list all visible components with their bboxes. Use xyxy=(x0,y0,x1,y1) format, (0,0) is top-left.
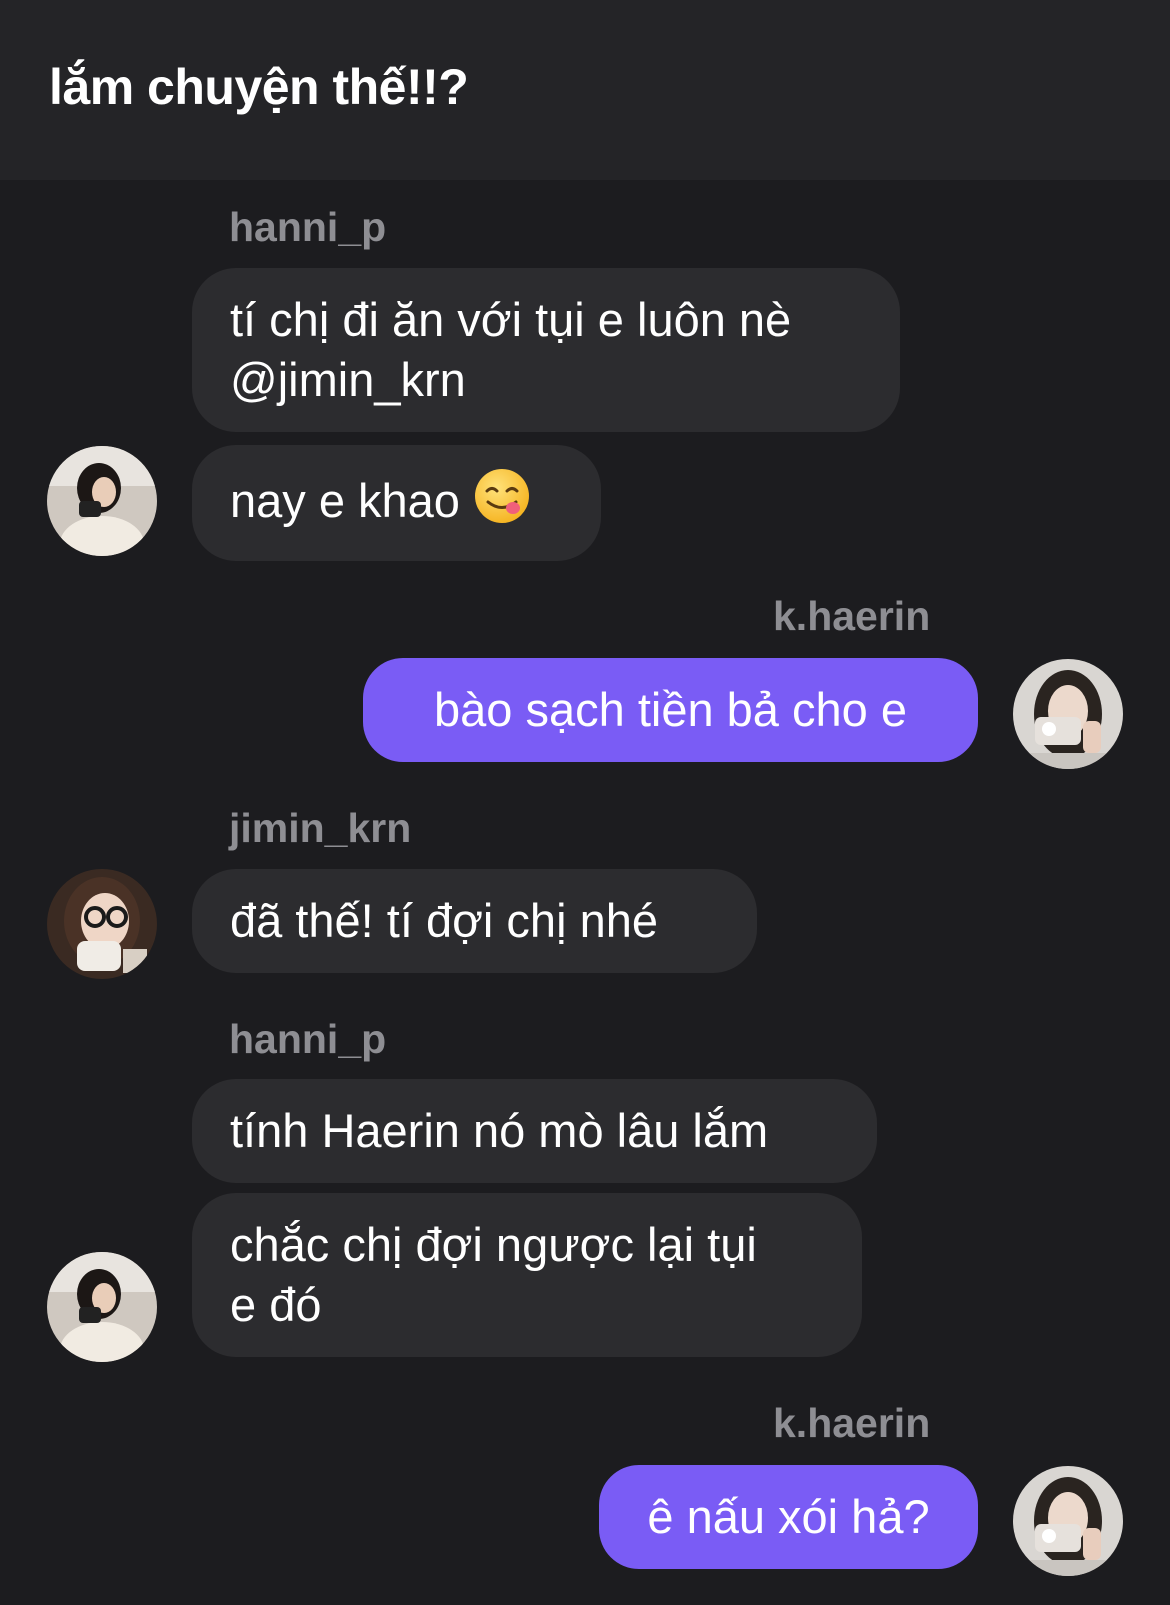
message-text-line: e đó xyxy=(230,1278,322,1331)
message-bubble[interactable]: tính Haerin nó mò lâu lắm xyxy=(192,1079,877,1183)
group-chat-title[interactable]: lắm chuyện thế!!? xyxy=(49,58,469,116)
message-bubble-outgoing[interactable]: bào sạch tiền bả cho e xyxy=(363,658,978,762)
message-list[interactable]: hanni_p tí chị đi ăn với tụi e luôn nè @… xyxy=(0,180,1170,1605)
avatar-haerin[interactable] xyxy=(1013,1466,1123,1576)
avatar-hanni[interactable] xyxy=(47,446,157,556)
sender-name-haerin[interactable]: k.haerin xyxy=(773,1400,930,1447)
yum-face-emoji xyxy=(473,467,531,539)
message-bubble[interactable]: chắc chị đợi ngược lại tụi e đó xyxy=(192,1193,862,1357)
message-bubble[interactable]: tí chị đi ăn với tụi e luôn nè @jimin_kr… xyxy=(192,268,900,432)
sender-name-hanni[interactable]: hanni_p xyxy=(229,1016,386,1063)
message-text: tính Haerin nó mò lâu lắm xyxy=(230,1104,769,1157)
message-text-line: @jimin_krn xyxy=(230,353,466,406)
message-text: ê nấu xói hả? xyxy=(647,1490,930,1543)
message-text: bào sạch tiền bả cho e xyxy=(434,683,907,736)
sender-name-haerin[interactable]: k.haerin xyxy=(773,593,930,640)
message-bubble-outgoing[interactable]: ê nấu xói hả? xyxy=(599,1465,978,1569)
message-text: đã thế! tí đợi chị nhé xyxy=(230,894,658,947)
avatar-jimin[interactable] xyxy=(47,869,157,979)
message-text: nay e khao xyxy=(230,474,460,527)
message-bubble[interactable]: đã thế! tí đợi chị nhé xyxy=(192,869,757,973)
avatar-haerin[interactable] xyxy=(1013,659,1123,769)
message-text-line: tí chị đi ăn với tụi e luôn nè xyxy=(230,293,792,346)
avatar-hanni[interactable] xyxy=(47,1252,157,1362)
chat-header: lắm chuyện thế!!? xyxy=(0,0,1170,180)
sender-name-jimin[interactable]: jimin_krn xyxy=(229,805,411,852)
sender-name-hanni[interactable]: hanni_p xyxy=(229,204,386,251)
message-text-line: chắc chị đợi ngược lại tụi xyxy=(230,1218,757,1271)
message-bubble[interactable]: nay e khao xyxy=(192,445,601,561)
